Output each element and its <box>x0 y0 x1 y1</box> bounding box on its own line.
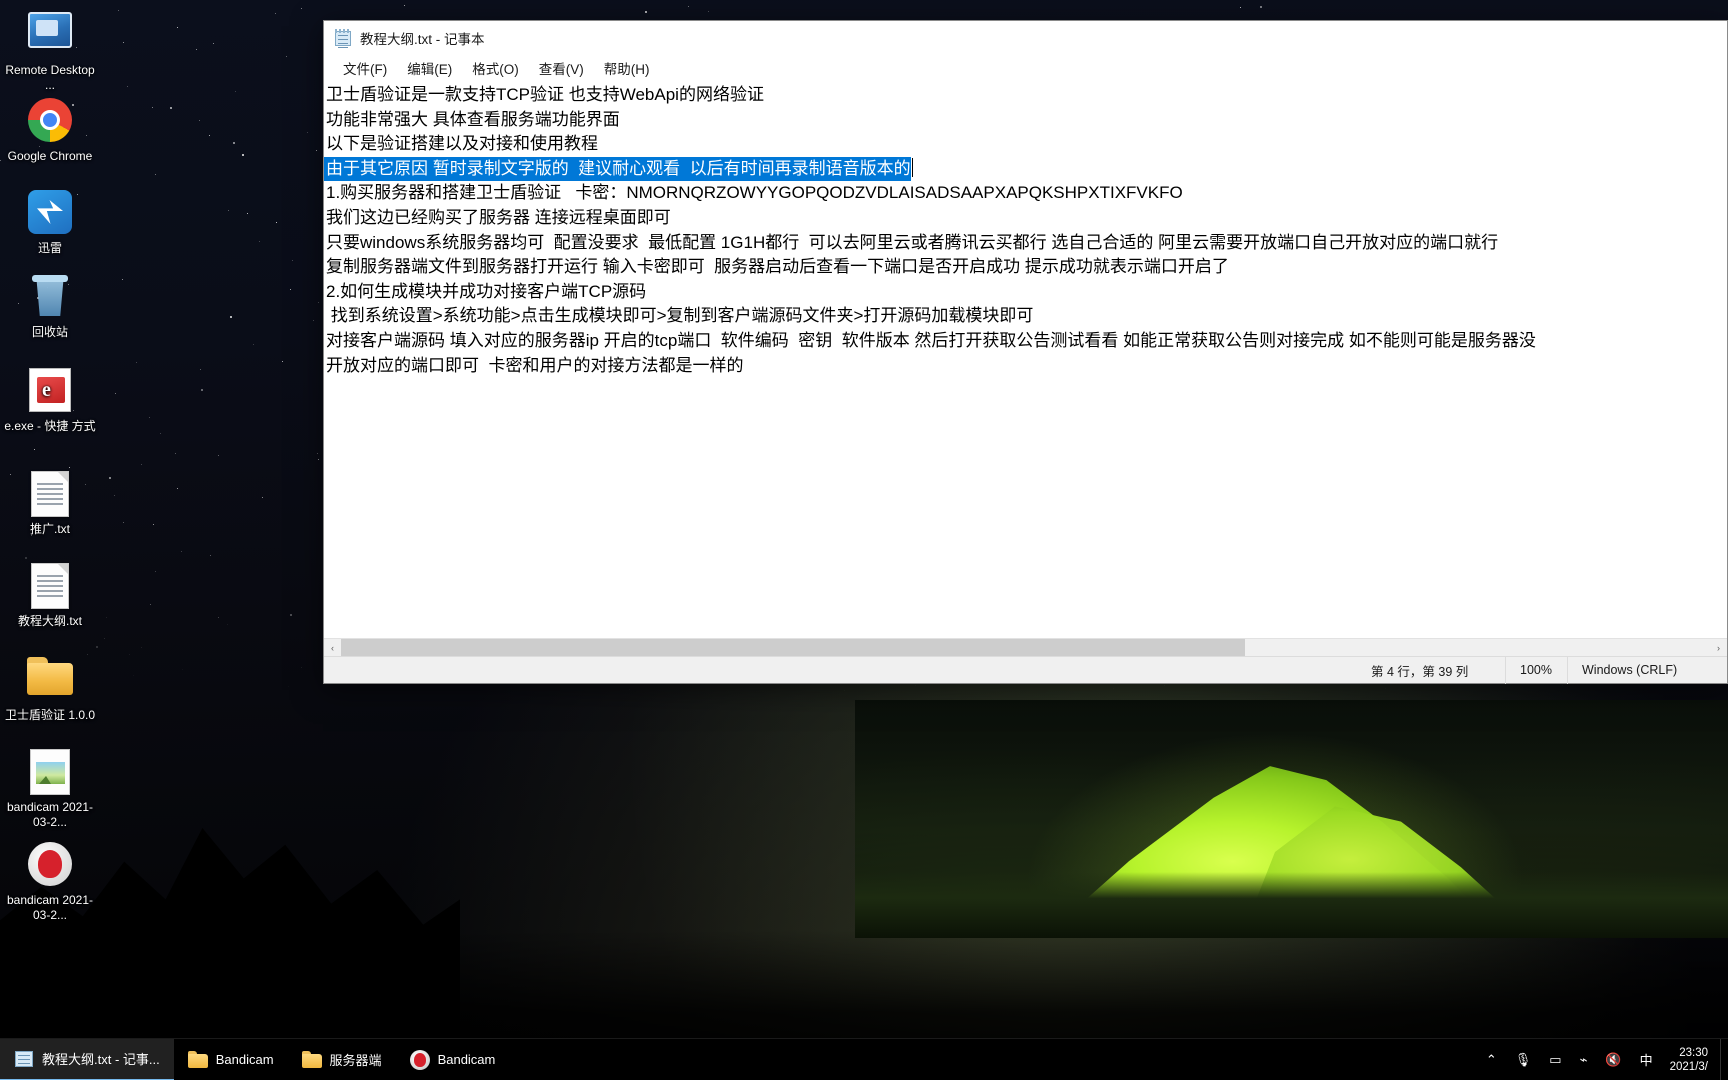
text-file-icon <box>26 563 74 611</box>
desktop-icon-tuiguang-txt[interactable]: 推广.txt <box>0 470 100 537</box>
folder-icon <box>26 657 74 705</box>
taskbar-item-label: Bandicam <box>437 1052 496 1067</box>
bandicam-icon <box>409 1049 430 1070</box>
desktop-icon-label: 迅雷 <box>37 241 62 255</box>
exe-shortcut-icon <box>26 368 74 416</box>
clock-date: 2021/3/ <box>1669 1060 1708 1073</box>
notepad-statusbar: 第 4 行，第 39 列 100% Windows (CRLF) <box>324 656 1727 684</box>
scrollbar-thumb[interactable] <box>341 639 1245 656</box>
menu-format[interactable]: 格式(O) <box>463 55 528 81</box>
tray-wifi-icon[interactable]: ⌁ <box>1571 1039 1597 1080</box>
desktop-icon-bandicam-image[interactable]: bandicam 2021-03-2... <box>0 748 100 830</box>
folder-icon <box>301 1050 322 1070</box>
text-line: 只要windows系统服务器均可 配置没要求 最低配置 1G1H都行 可以去阿里… <box>326 232 1499 252</box>
desktop-icon-xunlei[interactable]: 迅雷 <box>0 188 100 256</box>
desktop-icon-label: e.exe - 快捷 方式 <box>4 419 96 433</box>
tray-speaker-mute-icon[interactable]: 🔇 <box>1596 1039 1630 1080</box>
notepad-title: 教程大纲.txt - 记事本 <box>360 31 485 47</box>
text-line: 对接客户端源码 填入对应的服务器ip 开启的tcp端口 软件编码 密钥 软件版本… <box>326 330 1536 350</box>
tent-photo <box>855 700 1728 938</box>
selected-line-wrapper: 由于其它原因 暂时录制文字版的 建议耐心观看 以后有时间再录制语音版本的 <box>324 156 1727 182</box>
taskbar-item-bandicam-folder[interactable]: Bandicam <box>174 1039 288 1080</box>
menu-edit[interactable]: 编辑(E) <box>398 55 461 81</box>
text-line: 1.购买服务器和搭建卫士盾验证 卡密：NMORNQRZOWYYGOPQODZVD… <box>326 183 1183 203</box>
desktop-icon-recycle-bin[interactable]: 回收站 <box>0 272 100 340</box>
notepad-icon <box>334 28 352 48</box>
desktop-icon-label: 推广.txt <box>29 522 70 536</box>
desktop-icon-label: Remote Desktop ... <box>5 63 95 92</box>
text-line: 复制服务器端文件到服务器打开运行 输入卡密即可 服务器启动后查看一下端口是否开启… <box>326 257 1229 277</box>
chrome-icon <box>26 98 74 146</box>
notepad-titlebar[interactable]: 教程大纲.txt - 记事本 <box>324 21 1727 54</box>
text-line: 功能非常强大 具体查看服务端功能界面 <box>326 109 620 129</box>
desktop-icon-bandicam-app[interactable]: bandicam 2021-03-2... <box>0 840 100 923</box>
tray-chevron-up-icon[interactable]: ⌃ <box>1477 1039 1506 1080</box>
text-file-icon <box>26 471 74 519</box>
scroll-right-arrow-icon[interactable]: › <box>1710 639 1727 656</box>
taskbar-item-bandicam-app[interactable]: Bandicam <box>396 1039 510 1080</box>
text-line: 我们这边已经购买了服务器 连接远程桌面即可 <box>326 207 671 227</box>
text-line: 找到系统设置>系统功能>点击生成模块即可>复制到客户端源码文件夹>打开源码加载模… <box>326 306 1034 326</box>
desktop-icon-label: 回收站 <box>31 325 68 339</box>
desktop-icon-jiaocheng-txt[interactable]: 教程大纲.txt <box>0 562 100 629</box>
selected-text-line: 由于其它原因 暂时录制文字版的 建议耐心观看 以后有时间再录制语音版本的 <box>324 156 911 182</box>
text-line: 开放对应的端口即可 卡密和用户的对接方法都是一样的 <box>326 355 744 375</box>
folder-icon <box>187 1050 208 1070</box>
notepad-icon <box>14 1049 34 1069</box>
show-desktop-button[interactable] <box>1720 1038 1728 1080</box>
menu-file[interactable]: 文件(F) <box>334 55 396 81</box>
scroll-left-arrow-icon[interactable]: ‹ <box>324 639 341 656</box>
remote-desktop-icon <box>26 12 74 60</box>
tray-battery-icon[interactable]: ▭ <box>1540 1039 1570 1080</box>
status-line-ending: Windows (CRLF) <box>1567 656 1727 684</box>
taskbar-item-label: 教程大纲.txt - 记事... <box>42 1052 160 1067</box>
recycle-bin-icon <box>26 274 74 322</box>
taskbar-item-label: Bandicam <box>215 1052 274 1067</box>
desktop-icon-remote-desktop[interactable]: Remote Desktop ... <box>0 6 100 93</box>
taskbar[interactable]: 教程大纲.txt - 记事... Bandicam 服务器端 Bandicam … <box>0 1038 1728 1080</box>
tray-ime-indicator[interactable]: 中 <box>1631 1039 1662 1080</box>
desktop-icon-label: 卫士盾验证 1.0.0 <box>4 708 96 722</box>
tray-microphone-icon[interactable]: 🎙 <box>1506 1039 1541 1080</box>
desktop-icon-weishidun-folder[interactable]: 卫士盾验证 1.0.0 <box>0 652 100 723</box>
image-file-icon <box>26 749 74 797</box>
menu-view[interactable]: 查看(V) <box>530 55 593 81</box>
desktop-icon-label: Google Chrome <box>7 149 93 163</box>
text-line: 卫士盾验证是一款支持TCP验证 也支持WebApi的网络验证 <box>326 85 764 104</box>
status-zoom-level: 100% <box>1505 656 1567 684</box>
notepad-horizontal-scrollbar[interactable]: ‹ › <box>324 638 1727 656</box>
taskbar-item-label: 服务器端 <box>329 1053 382 1068</box>
status-cursor-position: 第 4 行，第 39 列 <box>1371 664 1469 679</box>
notepad-text-area[interactable]: 卫士盾验证是一款支持TCP验证 也支持WebApi的网络验证 功能非常强大 具体… <box>324 81 1727 638</box>
text-line: 以下是验证搭建以及对接和使用教程 <box>326 134 598 154</box>
menu-help[interactable]: 帮助(H) <box>595 55 659 81</box>
xunlei-icon <box>26 190 74 238</box>
text-line: 2.如何生成模块并成功对接客户端TCP源码 <box>326 281 647 301</box>
taskbar-item-notepad[interactable]: 教程大纲.txt - 记事... <box>0 1038 174 1080</box>
desktop-icon-google-chrome[interactable]: Google Chrome <box>0 96 100 164</box>
desktop-icon-label: 教程大纲.txt <box>17 614 82 628</box>
desktop-icon-label: bandicam 2021-03-2... <box>6 800 94 829</box>
bandicam-icon <box>26 842 74 890</box>
desktop-icon-label: bandicam 2021-03-2... <box>6 893 94 922</box>
taskbar-item-server-folder[interactable]: 服务器端 <box>288 1039 396 1080</box>
desktop-icon-e-exe[interactable]: e.exe - 快捷 方式 <box>0 366 100 434</box>
notepad-menubar[interactable]: 文件(F) 编辑(E) 格式(O) 查看(V) 帮助(H) <box>324 54 1727 81</box>
text-caret <box>911 157 913 177</box>
taskbar-clock[interactable]: 23:30 2021/3/ <box>1662 1039 1720 1080</box>
clock-time: 23:30 <box>1679 1046 1708 1059</box>
notepad-window[interactable]: 教程大纲.txt - 记事本 文件(F) 编辑(E) 格式(O) 查看(V) 帮… <box>323 20 1728 684</box>
grass-foreground <box>855 872 1728 938</box>
scrollbar-track[interactable] <box>341 639 1710 656</box>
system-tray[interactable]: ⌃ 🎙 ▭ ⌁ 🔇 中 23:30 2021/3/ <box>1477 1038 1728 1080</box>
